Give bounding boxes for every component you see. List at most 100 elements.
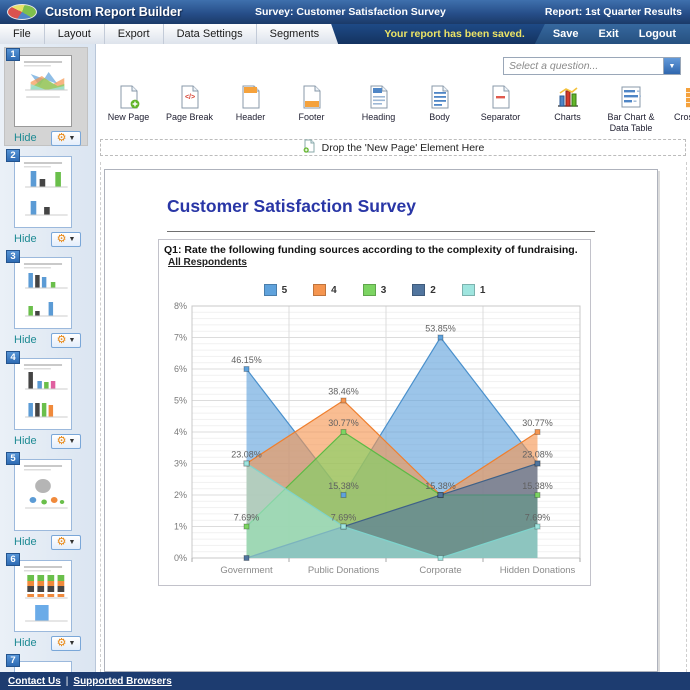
chevron-down-icon: ▼ — [68, 639, 76, 647]
menu-item-export[interactable]: Export — [105, 24, 164, 44]
page-options-button[interactable]: ⚙ ▼ — [51, 332, 81, 348]
legend-item-2: 2 — [412, 284, 436, 296]
page-thumbnail[interactable] — [14, 459, 72, 531]
y-axis-tick-label: 2% — [174, 490, 187, 500]
saved-message: Your report has been saved. — [384, 28, 525, 40]
header-rule — [167, 231, 595, 232]
menu-item-file[interactable]: File — [0, 24, 45, 44]
toolbar-item-charts[interactable]: Charts — [537, 80, 598, 134]
toolbar-item-heading[interactable]: Heading — [348, 80, 409, 123]
toolbar-item-footer[interactable]: Footer — [281, 80, 342, 123]
element-toolbar: New Page </> Page Break Header Footer Heading… — [98, 80, 690, 138]
page-actions-row: Hide ⚙ ▼ — [8, 332, 90, 348]
hide-page-link[interactable]: Hide — [14, 637, 37, 649]
gear-icon: ⚙ — [56, 434, 67, 447]
page-actions-row: Hide ⚙ ▼ — [8, 433, 90, 449]
y-axis-tick-label: 4% — [174, 427, 187, 437]
toolbar-item-separator[interactable]: Separator — [470, 80, 531, 123]
page-options-button[interactable]: ⚙ ▼ — [51, 130, 81, 146]
chevron-down-icon: ▼ — [68, 134, 76, 142]
data-point — [340, 523, 347, 530]
toolbar-item-label: Cross-Tab — [673, 112, 690, 122]
menu-right: Your report has been saved. Save Exit Logo… — [384, 24, 690, 44]
page-options-button[interactable]: ⚙ ▼ — [51, 534, 81, 550]
y-axis-tick-label: 1% — [174, 522, 187, 532]
data-point — [437, 334, 444, 341]
all-respondents-link[interactable]: All Respondents — [168, 257, 247, 268]
data-label: 30.77% — [328, 418, 359, 428]
page-thumbnail[interactable] — [14, 55, 72, 127]
page-thumbnail[interactable] — [14, 156, 72, 228]
page-options-button[interactable]: ⚙ ▼ — [51, 635, 81, 651]
data-point — [534, 428, 541, 435]
page-actions-row: Hide ⚙ ▼ — [8, 231, 90, 247]
sidebar-page-5: 5 Hide ⚙ ▼ — [0, 451, 95, 552]
page-thumbnail[interactable] — [14, 661, 72, 672]
contact-us-link[interactable]: Contact Us — [8, 676, 61, 687]
body-icon — [427, 84, 453, 110]
data-point — [243, 523, 250, 530]
menu-item-segments[interactable]: Segments — [257, 24, 333, 44]
footer-icon — [299, 84, 325, 110]
new-page-dropzone[interactable]: Drop the 'New Page' Element Here — [100, 139, 686, 156]
page-thumbnail[interactable] — [14, 257, 72, 329]
bar-chart-data-table-icon — [618, 84, 644, 110]
data-point — [243, 366, 250, 373]
toolbar-item-body[interactable]: Body — [409, 80, 470, 123]
data-label: 15.38% — [425, 481, 456, 491]
page-plus-icon — [302, 139, 316, 156]
question-select-input[interactable]: Select a question... — [504, 58, 663, 74]
hide-page-link[interactable]: Hide — [14, 132, 37, 144]
page-number-badge: 1 — [6, 48, 20, 61]
page-thumbnail[interactable] — [14, 358, 72, 430]
sidebar-page-1: 1 Hide ⚙ ▼ — [0, 47, 95, 148]
gear-icon: ⚙ — [56, 333, 67, 346]
hide-page-link[interactable]: Hide — [14, 435, 37, 447]
page-options-button[interactable]: ⚙ ▼ — [51, 433, 81, 449]
new-page-icon — [116, 84, 142, 110]
legend-item-4: 4 — [313, 284, 337, 296]
logout-button[interactable]: Logout — [639, 28, 676, 40]
page-thumbnail[interactable] — [14, 560, 72, 632]
session-actions: Save Exit Logout — [534, 24, 690, 44]
supported-browsers-link[interactable]: Supported Browsers — [73, 676, 171, 687]
data-point — [243, 460, 250, 467]
toolbar-item-label: Separator — [480, 112, 521, 122]
page-actions-row: Hide ⚙ ▼ — [8, 534, 90, 550]
toolbar-group-1: Heading Body Separator — [348, 80, 531, 123]
toolbar-item-bar-chart-data-table[interactable]: Bar Chart & Data Table — [598, 80, 664, 134]
page-number-badge: 3 — [6, 250, 20, 263]
menu-item-data-settings[interactable]: Data Settings — [164, 24, 257, 44]
legend-swatch — [461, 284, 475, 296]
data-point — [534, 492, 541, 499]
menu-tabs: File Layout Export Data Settings Segments — [0, 24, 338, 44]
exit-button[interactable]: Exit — [599, 28, 619, 40]
page-number-badge: 6 — [6, 553, 20, 566]
hide-page-link[interactable]: Hide — [14, 536, 37, 548]
titlebar: Custom Report Builder Survey: Customer S… — [0, 0, 690, 24]
toolbar-item-label: Bar Chart & Data Table — [607, 112, 655, 133]
y-axis-tick-label: 8% — [174, 301, 187, 311]
legend-swatch — [412, 284, 426, 296]
menu-item-layout[interactable]: Layout — [45, 24, 105, 44]
header-icon — [238, 84, 264, 110]
charts-icon — [555, 84, 581, 110]
toolbar-item-page-break[interactable]: </> Page Break — [159, 80, 220, 123]
legend-swatch — [263, 284, 277, 296]
chevron-down-icon[interactable]: ▼ — [663, 58, 680, 74]
page-break-icon: </> — [177, 84, 203, 110]
footer: Contact Us | Supported Browsers — [0, 672, 690, 690]
toolbar-item-cross-tab[interactable]: Cross-Tab — [664, 80, 690, 134]
sidebar-page-2: 2 Hide ⚙ ▼ — [0, 148, 95, 249]
hide-page-link[interactable]: Hide — [14, 233, 37, 245]
legend-item-5: 5 — [263, 284, 287, 296]
data-point — [340, 397, 347, 404]
x-axis-category-label: Government — [220, 565, 273, 576]
hide-page-link[interactable]: Hide — [14, 334, 37, 346]
toolbar-item-header[interactable]: Header — [220, 80, 281, 123]
toolbar-item-new-page[interactable]: New Page — [98, 80, 159, 123]
data-label: 46.15% — [231, 355, 262, 365]
gear-icon: ⚙ — [56, 232, 67, 245]
save-button[interactable]: Save — [553, 28, 579, 40]
page-options-button[interactable]: ⚙ ▼ — [51, 231, 81, 247]
